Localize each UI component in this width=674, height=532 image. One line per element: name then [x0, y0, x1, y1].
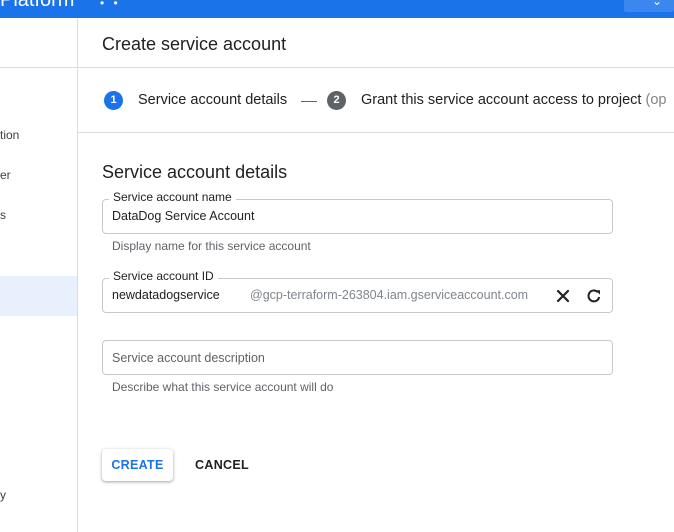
step-2-badge: 2 [327, 91, 346, 110]
service-account-name-field[interactable]: Service account name DataDog Service Acc… [102, 190, 613, 234]
top-app-bar: Platform • • ⌄ [0, 0, 674, 18]
sidebar-item[interactable]: tion [0, 128, 19, 142]
refresh-icon[interactable] [584, 286, 604, 306]
service-account-name-label: Service account name [109, 190, 236, 204]
step-2-title: Grant this service account access to pro… [361, 92, 642, 108]
sidebar-divider [0, 67, 77, 68]
stepper: 1 Service account details 2 Grant this s… [78, 68, 674, 133]
page-header: Create service account [78, 18, 674, 68]
step-2-label[interactable]: Grant this service account access to pro… [361, 92, 666, 108]
service-account-id-label: Service account ID [109, 269, 218, 283]
step-2-optional: (op [645, 92, 667, 108]
topbar-dropdown-button[interactable]: ⌄ [624, 0, 674, 12]
cancel-button[interactable]: CANCEL [187, 449, 257, 481]
sidebar-item[interactable]: s [0, 208, 6, 222]
step-1-label[interactable]: Service account details [138, 92, 287, 108]
service-account-name-helper: Display name for this service account [112, 239, 311, 253]
sidebar-item[interactable]: er [0, 168, 11, 182]
step-1-badge: 1 [104, 91, 123, 110]
service-account-description-helper: Describe what this service account will … [112, 380, 334, 394]
project-selector-fragment[interactable]: • • [100, 0, 121, 10]
service-account-id-value[interactable]: newdatadogserviceacco [112, 288, 220, 302]
chevron-down-icon: ⌄ [651, 0, 662, 8]
app-brand[interactable]: Platform [0, 0, 74, 12]
sidebar-item-active[interactable] [0, 276, 77, 316]
close-icon[interactable] [553, 286, 573, 306]
service-account-id-suffix: @gcp-terraform-263804.iam.gserviceaccoun… [250, 288, 529, 302]
step-connector [301, 101, 317, 102]
sidebar: tion er s y [0, 18, 78, 532]
service-account-id-field[interactable]: Service account ID newdatadogserviceacco… [102, 269, 613, 313]
section-title: Service account details [102, 162, 288, 182]
sidebar-item[interactable]: y [0, 488, 6, 502]
page-title: Create service account [102, 34, 287, 54]
create-button[interactable]: CREATE [102, 449, 173, 481]
service-account-description-placeholder[interactable]: Service account description [112, 351, 265, 365]
service-account-name-value[interactable]: DataDog Service Account [112, 209, 254, 223]
service-account-description-field[interactable]: Service account description [102, 340, 613, 375]
